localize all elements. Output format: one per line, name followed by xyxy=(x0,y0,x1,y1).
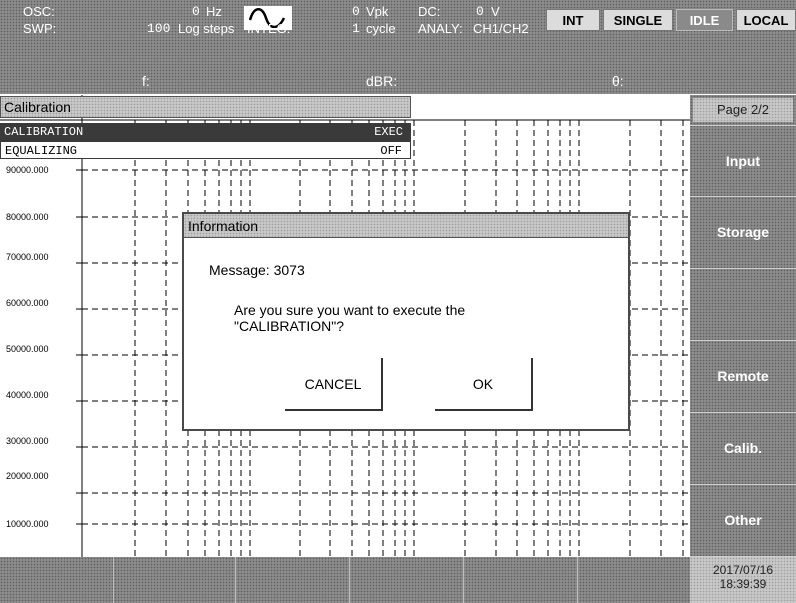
dc-value: 0 xyxy=(476,4,484,19)
swp-steps: 100 xyxy=(147,21,171,36)
osc-label: OSC: xyxy=(23,4,55,19)
date-time-display: 2017/07/16 18:39:39 xyxy=(690,556,796,603)
integ-value: 1 xyxy=(352,21,360,36)
dialog-message-number: Message: 3073 xyxy=(209,262,305,278)
page-indicator: Page 2/2 xyxy=(693,98,793,122)
softkey-blank[interactable] xyxy=(690,268,796,338)
bottom-softkey[interactable] xyxy=(122,557,236,603)
cancel-button[interactable]: CANCEL xyxy=(285,358,383,411)
softkey-other[interactable]: Other xyxy=(690,484,796,554)
y-axis-label: 70000.000 xyxy=(6,252,49,262)
softkey-input[interactable]: Input xyxy=(690,125,796,195)
bottom-softkey[interactable] xyxy=(0,557,114,603)
theta-label: θ: xyxy=(612,73,624,89)
bottom-softkey[interactable] xyxy=(464,557,578,603)
menu-item-equalizing[interactable]: EQUALIZING OFF xyxy=(0,141,411,159)
softkey-panel: Page 2/2 Input Storage Remote Calib. Oth… xyxy=(690,95,796,603)
osc-level-unit: Vpk xyxy=(366,4,389,19)
calibration-menu: Calibration CALIBRATION EXEC EQUALIZING … xyxy=(0,96,411,166)
integ-unit: cycle xyxy=(366,21,396,36)
analy-value: CH1/CH2 xyxy=(473,21,529,36)
analy-label: ANALY: xyxy=(418,21,463,36)
int-button[interactable]: INT xyxy=(546,9,600,31)
y-axis-label: 50000.000 xyxy=(6,344,49,354)
dbr-label: dBR: xyxy=(366,73,398,89)
swp-label: SWP: xyxy=(23,21,57,36)
local-button[interactable]: LOCAL xyxy=(736,9,796,31)
information-dialog: Information Message: 3073 Are you sure y… xyxy=(182,212,630,431)
menu-item-calibration[interactable]: CALIBRATION EXEC xyxy=(0,123,411,141)
swp-mode: Log steps xyxy=(178,21,235,36)
single-button[interactable]: SINGLE xyxy=(603,9,673,31)
dc-unit: V xyxy=(491,4,500,19)
dialog-question-line: Are you sure you want to execute the xyxy=(234,302,466,318)
dc-label: DC: xyxy=(418,4,441,19)
osc-frequency-unit: Hz xyxy=(206,4,222,19)
bottom-softkey[interactable] xyxy=(578,557,690,603)
osc-level: 0 xyxy=(352,4,360,19)
y-axis-label: 90000.000 xyxy=(6,165,49,175)
ok-button[interactable]: OK xyxy=(435,358,533,411)
integ-label: INTEG: xyxy=(247,21,291,36)
menu-item-label: EQUALIZING xyxy=(5,144,78,158)
softkey-calib[interactable]: Calib. xyxy=(690,412,796,482)
y-axis-label: 80000.000 xyxy=(6,212,49,222)
bottom-key-bar xyxy=(0,557,690,603)
y-axis-label: 10000.000 xyxy=(6,519,49,529)
osc-frequency: 0 xyxy=(192,4,200,19)
status-bar: OSC: 0 Hz 0 Vpk DC: 0 V SWP: 100 Log ste… xyxy=(0,0,796,94)
menu-title: Calibration xyxy=(0,96,411,118)
idle-status: IDLE xyxy=(676,9,733,31)
y-axis-label: 40000.000 xyxy=(6,390,49,400)
softkey-remote[interactable]: Remote xyxy=(690,340,796,410)
menu-item-value: EXEC xyxy=(374,125,403,139)
y-axis-label: 20000.000 xyxy=(6,471,49,481)
bottom-softkey[interactable] xyxy=(236,557,350,603)
dialog-question-line: "CALIBRATION"? xyxy=(234,318,345,334)
softkey-storage[interactable]: Storage xyxy=(690,196,796,266)
menu-item-label: CALIBRATION xyxy=(4,125,84,139)
frequency-label: f: xyxy=(142,73,150,89)
date-text: 2017/07/16 xyxy=(712,563,774,577)
y-axis-label: 30000.000 xyxy=(6,436,49,446)
menu-item-value: OFF xyxy=(380,144,402,158)
dialog-title: Information xyxy=(184,214,628,238)
time-text: 18:39:39 xyxy=(719,577,767,591)
bottom-softkey[interactable] xyxy=(350,557,464,603)
y-axis-label: 60000.000 xyxy=(6,298,49,308)
